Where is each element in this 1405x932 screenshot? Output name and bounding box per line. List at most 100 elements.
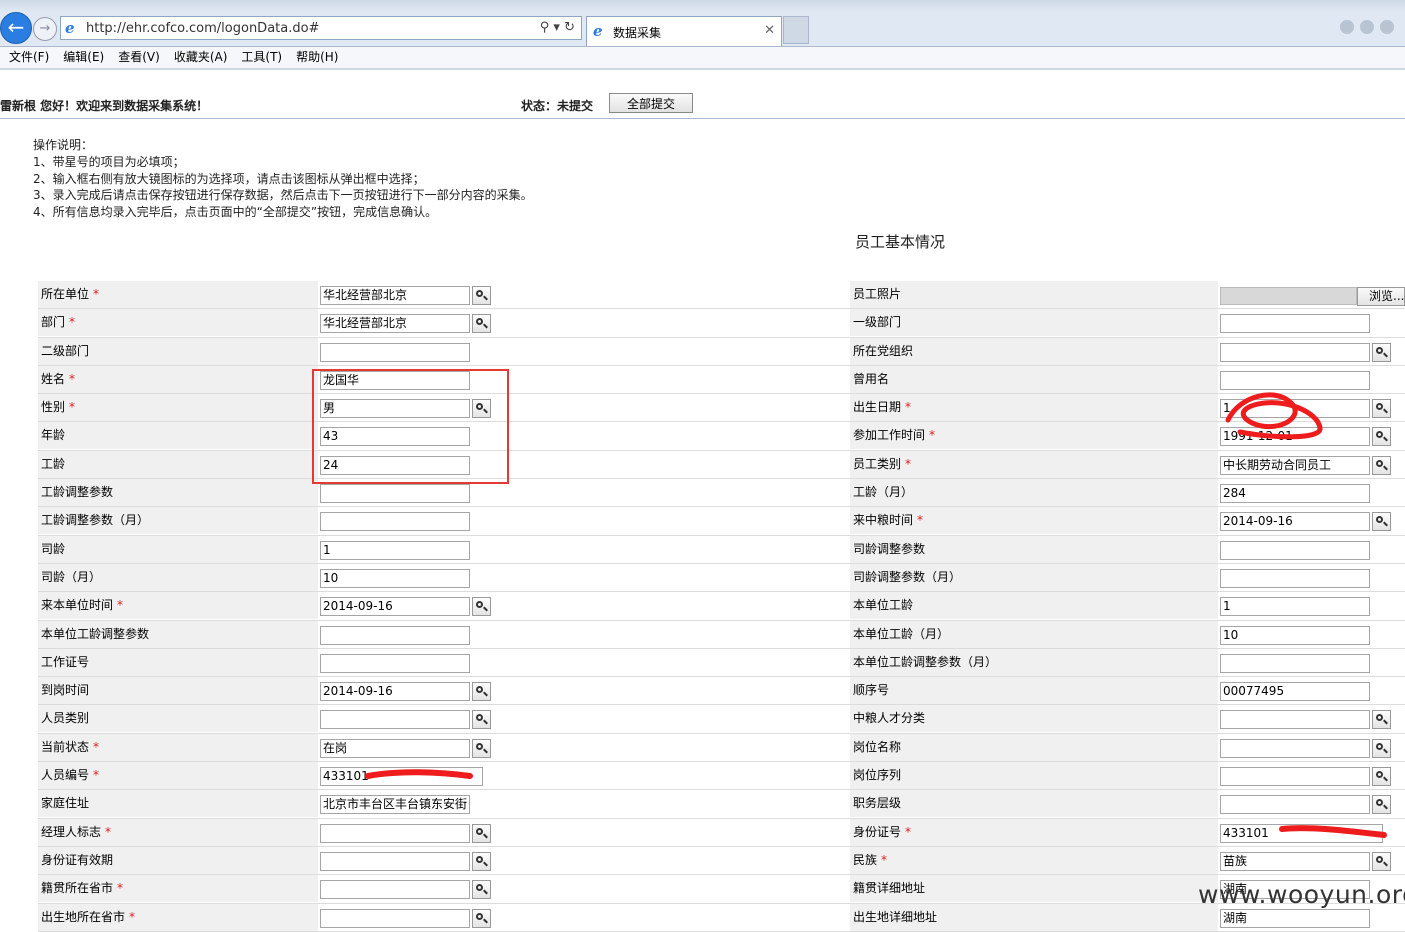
menu-item[interactable]: 工具(T) [241,47,282,67]
text-input[interactable] [1220,795,1370,815]
text-input[interactable]: 1 [320,540,470,560]
field-label: 籍贯所在省市 * [38,875,318,903]
text-input[interactable]: 华北经营部北京 [320,314,470,334]
text-input[interactable]: 10 [320,568,470,588]
toolbar-icons[interactable] [1340,20,1400,40]
text-input[interactable]: 433101 [1220,823,1383,843]
menu-item[interactable]: 文件(F) [9,47,49,67]
magnifier-icon[interactable] [1372,427,1391,447]
forward-arrow-icon[interactable]: → [33,17,57,41]
magnifier-icon[interactable] [472,880,491,900]
home-icon[interactable] [1340,20,1354,34]
text-input[interactable]: 1991-12-01 [1220,427,1370,447]
text-input[interactable] [320,484,470,504]
tab-close-icon[interactable]: ✕ [764,23,775,38]
magnifier-icon[interactable] [472,823,491,843]
magnifier-icon[interactable] [472,597,491,617]
magnifier-icon[interactable] [472,738,491,758]
text-input[interactable] [320,342,470,362]
text-input[interactable]: 北京市丰台区丰台镇东安街 [320,795,470,815]
text-input[interactable] [1220,540,1370,560]
field-value-cell [1218,762,1405,790]
text-input[interactable] [1220,314,1370,334]
text-input[interactable] [320,625,470,645]
back-arrow-icon[interactable]: ← [0,12,32,44]
search-refresh-icons[interactable]: ⚲ ▾ ↻ [540,20,575,35]
text-input[interactable] [1220,568,1370,588]
magnifier-icon[interactable] [1372,399,1391,419]
magnifier-icon[interactable] [1372,342,1391,362]
submit-all-button[interactable]: 全部提交 [609,93,693,113]
field-value-cell [318,875,850,903]
form-row: 家庭住址 北京市丰台区丰台镇东安街 职务层级 [38,790,1405,819]
field-label-text: 一级部门 [853,315,902,330]
magnifier-icon[interactable] [1372,738,1391,758]
field-label-text: 司龄（月） [41,569,102,584]
text-input[interactable] [1220,767,1370,787]
address-url[interactable]: http://ehr.cofco.com/logonData.do# [86,21,319,36]
text-input[interactable] [320,710,470,730]
form-row: 二级部门 所在党组织 [38,337,1405,366]
field-value-cell [1218,309,1405,337]
text-input[interactable]: 00077495 [1220,682,1370,702]
field-value-cell: 2014-09-16 [318,677,850,705]
text-input[interactable]: 苗族 [1220,851,1370,871]
text-input[interactable]: 284 [1220,484,1370,504]
favorites-star-icon[interactable] [1360,20,1374,34]
text-input[interactable]: 2014-09-16 [320,597,470,617]
text-input[interactable] [1220,342,1370,362]
text-input[interactable] [320,823,470,843]
browse-button[interactable]: 浏览... [1357,287,1405,306]
form-row: 人员类别 中粮人才分类 [38,705,1405,734]
text-input[interactable] [1220,653,1370,673]
required-asterisk: * [881,852,888,867]
field-value-cell [318,846,850,874]
field-value-cell: 433101 [1218,818,1405,846]
text-input[interactable] [1220,738,1370,758]
address-bar[interactable]: e http://ehr.cofco.com/logonData.do# ⚲ ▾… [60,16,582,40]
field-value-cell [318,337,850,365]
field-label-text: 出生地所在省市 [41,909,126,924]
magnifier-icon[interactable] [1372,455,1391,475]
menu-item[interactable]: 帮助(H) [296,47,338,67]
form-row: 部门 * 华北经营部北京 一级部门 [38,309,1405,338]
photo-file-input[interactable] [1220,287,1357,305]
text-input[interactable] [320,851,470,871]
magnifier-icon[interactable] [1372,767,1391,787]
magnifier-icon[interactable] [472,851,491,871]
submit-status: 状态：未提交 [521,99,594,113]
field-value-cell: 10 [318,563,850,591]
text-input[interactable]: 433101 [320,767,483,787]
text-input[interactable]: 在岗 [320,738,470,758]
magnifier-icon[interactable] [1372,795,1391,815]
field-value-cell: 1 [318,535,850,563]
magnifier-icon[interactable] [1372,512,1391,532]
new-tab-button[interactable] [783,16,809,44]
magnifier-icon[interactable] [472,314,491,334]
text-input[interactable]: 2014-09-16 [320,682,470,702]
field-label-text: 员工类别 [853,456,902,471]
text-input[interactable] [1220,710,1370,730]
magnifier-icon[interactable] [472,286,491,305]
menu-item[interactable]: 收藏夹(A) [174,47,228,67]
text-input[interactable]: 1 [1220,597,1370,617]
field-label: 本单位工龄调整参数 [38,620,318,648]
text-input[interactable]: 1 [1220,399,1370,419]
field-value-cell [318,648,850,676]
tab-active[interactable]: e 数据采集 ✕ [586,16,782,46]
text-input[interactable]: 华北经营部北京 [320,286,470,305]
text-input[interactable] [1220,370,1370,390]
magnifier-icon[interactable] [472,710,491,730]
magnifier-icon[interactable] [1372,851,1391,871]
text-input[interactable]: 2014-09-16 [1220,512,1370,532]
text-input[interactable]: 中长期劳动合同员工 [1220,455,1370,475]
menu-item[interactable]: 查看(V) [118,47,160,67]
text-input[interactable] [320,653,470,673]
magnifier-icon[interactable] [472,682,491,702]
text-input[interactable] [320,512,470,532]
gear-icon[interactable] [1380,20,1394,34]
menu-item[interactable]: 编辑(E) [63,47,104,67]
text-input[interactable]: 10 [1220,625,1370,645]
magnifier-icon[interactable] [1372,710,1391,730]
text-input[interactable] [320,880,470,900]
